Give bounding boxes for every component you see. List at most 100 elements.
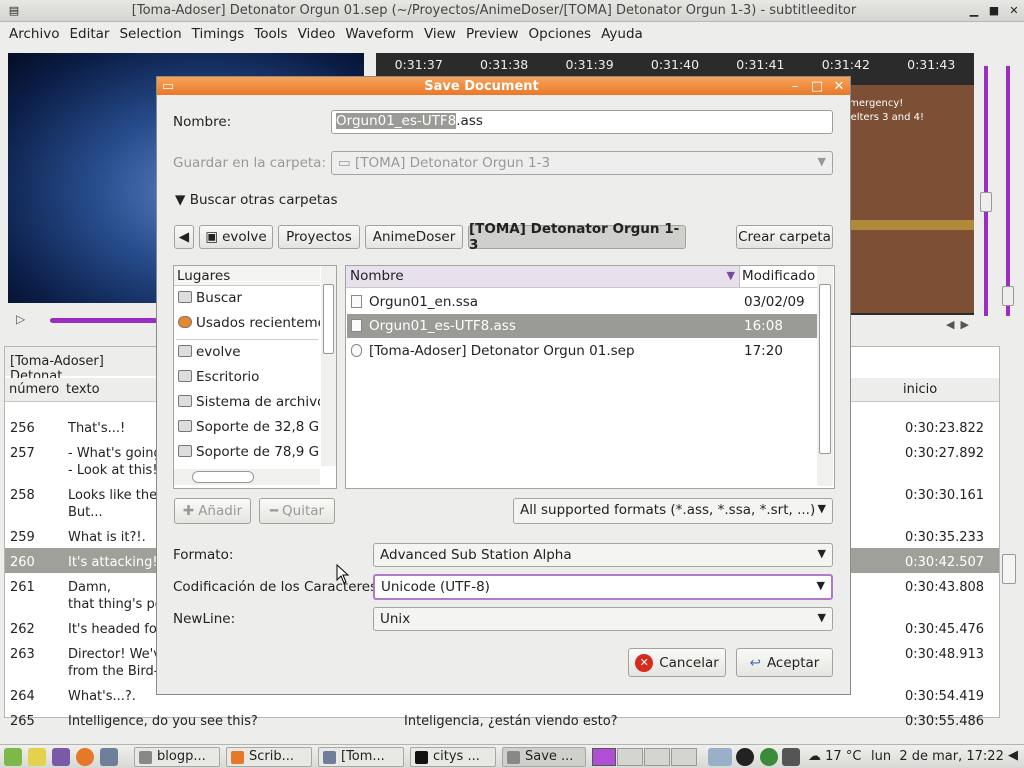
menu-archivo[interactable]: Archivo	[4, 26, 64, 42]
menu-selection[interactable]: Selection	[114, 26, 186, 42]
waveform-zoom-slider[interactable]	[980, 66, 992, 316]
accept-button[interactable]: ↩ Aceptar	[736, 648, 833, 677]
subtitle-start: 0:30:23.822	[905, 421, 985, 436]
subtitle-start: 0:30:27.892	[905, 446, 985, 461]
task-scrib[interactable]: Scrib...	[226, 747, 312, 767]
file-filter-combo[interactable]: All supported formats (*.ass, *.ssa, *.s…	[513, 498, 833, 524]
file-list-scrollbar[interactable]	[817, 266, 833, 486]
place-recent[interactable]: Usados recienteme	[176, 315, 320, 337]
text-editor-icon[interactable]	[28, 748, 46, 766]
path-button-animedoser[interactable]: AnimeDoser	[365, 225, 463, 249]
subtitle-scrollbar[interactable]	[1001, 378, 1018, 714]
computer-icon[interactable]	[782, 748, 800, 766]
column-name[interactable]: Nombre ▼	[346, 266, 740, 287]
menu-view[interactable]: View	[419, 26, 461, 42]
maximize-icon[interactable]: ■	[984, 3, 1004, 19]
sort-down-icon: ▼	[726, 269, 735, 282]
dialog-maximize-icon[interactable]: □	[806, 79, 828, 94]
clock[interactable]: lun 2 de mar, 17:22	[871, 749, 1004, 764]
subtitle-text: What is it?!.	[68, 530, 146, 545]
menu-ayuda[interactable]: Ayuda	[596, 26, 648, 42]
workspace-3[interactable]	[644, 748, 670, 766]
place-volume-32[interactable]: Soporte de 32,8 Gi	[176, 419, 320, 441]
file-row[interactable]: [Toma-Adoser] Detonator Orgun 01.sep 17:2…	[347, 339, 817, 363]
save-dialog: ▭ Save Document – □ ✕ Nombre: Orgun01_es…	[156, 76, 851, 695]
name-label: Nombre:	[173, 114, 232, 130]
folder-combo: ▭ [TOMA] Detonator Orgun 1-3 ▼	[331, 151, 833, 175]
play-icon[interactable]: ▷	[16, 312, 25, 326]
subtitle-number: 258	[10, 488, 35, 503]
path-button-evolve[interactable]: ▣ evolve	[199, 225, 273, 249]
subtitle-text: Director! We'v from the Bird-	[68, 647, 158, 679]
task-save[interactable]: Save ...	[502, 747, 586, 767]
place-filesystem[interactable]: Sistema de archivo	[176, 394, 320, 416]
messenger-icon[interactable]	[52, 748, 70, 766]
place-buscar[interactable]: Buscar	[176, 290, 320, 312]
terminal-icon[interactable]	[100, 748, 118, 766]
file-row[interactable]: Orgun01_es-UTF8.ass 16:08	[347, 314, 817, 338]
path-button-toma[interactable]: [TOMA] Detonator Orgun 1-3	[468, 221, 686, 253]
weather-temperature[interactable]: ☁ 17 °C	[808, 749, 861, 764]
cancel-button[interactable]: ✕ Cancelar	[628, 648, 726, 677]
waveform-scale-slider[interactable]	[1002, 66, 1014, 316]
places-scrollbar[interactable]	[321, 266, 336, 466]
file-modified: 16:08	[744, 318, 783, 334]
newline-combo[interactable]: Unix ▼	[373, 607, 833, 631]
column-start[interactable]: inicio	[903, 382, 937, 397]
waveform-scroll-arrows[interactable]: ◀▶	[946, 318, 976, 331]
task-label: blogp...	[157, 749, 206, 764]
menu-opciones[interactable]: Opciones	[524, 26, 597, 42]
create-folder-button[interactable]: Crear carpeta	[736, 225, 833, 249]
workspace-4[interactable]	[671, 748, 697, 766]
path-button-proyectos[interactable]: Proyectos	[278, 225, 360, 249]
task-label: Scrib...	[249, 749, 295, 764]
accept-icon: ↩	[749, 654, 761, 671]
column-modified[interactable]: Modificado	[742, 268, 815, 284]
menu-timings[interactable]: Timings	[187, 26, 250, 42]
task-toma[interactable]: [Tom...	[318, 747, 404, 767]
add-label: Añadir	[198, 503, 243, 519]
path-back-button[interactable]: ◀	[174, 225, 194, 249]
slider-knob[interactable]	[1002, 286, 1014, 306]
camera-icon[interactable]	[736, 748, 754, 766]
file-row[interactable]: Orgun01_en.ssa 03/02/09	[347, 290, 817, 314]
update-icon[interactable]	[760, 748, 778, 766]
dialog-minimize-icon[interactable]: –	[784, 79, 806, 94]
menu-waveform[interactable]: Waveform	[340, 26, 419, 42]
app-launcher-icon[interactable]	[4, 748, 22, 766]
subtitle-start: 0:30:45.476	[905, 622, 985, 637]
encoding-combo[interactable]: Unicode (UTF-8) ▼	[373, 574, 833, 600]
app-menu-icon[interactable]: ▤	[4, 3, 24, 19]
places-hscrollbar[interactable]	[174, 469, 320, 485]
network-icon[interactable]	[708, 748, 732, 766]
places-header[interactable]: Lugares	[174, 266, 320, 286]
menu-preview[interactable]: Preview	[461, 26, 524, 42]
place-escritorio[interactable]: Escritorio	[176, 369, 320, 391]
subtitle-row[interactable]: 265 Intelligence, do you see this? 0:30:55…	[5, 707, 999, 732]
volume-icon[interactable]: ◀	[1008, 748, 1018, 763]
column-number[interactable]: número	[9, 382, 59, 397]
minimize-icon[interactable]: ▁	[964, 3, 984, 19]
document-tab[interactable]: [Toma-Adoser] Detonat	[4, 346, 164, 384]
subtitle-number: 264	[10, 689, 35, 704]
format-combo[interactable]: Advanced Sub Station Alpha ▼	[373, 543, 833, 567]
firefox-icon[interactable]	[76, 748, 94, 766]
menu-editar[interactable]: Editar	[64, 26, 114, 42]
task-blogp[interactable]: blogp...	[134, 747, 220, 767]
column-text[interactable]: texto	[66, 382, 100, 397]
workspace-2[interactable]	[617, 748, 643, 766]
dialog-close-icon[interactable]: ✕	[828, 79, 850, 94]
workspace-1[interactable]	[592, 748, 616, 766]
slider-knob[interactable]	[980, 192, 992, 212]
menu-tools[interactable]: Tools	[249, 26, 292, 42]
browse-expander[interactable]: ▼ Buscar otras carpetas	[175, 192, 338, 208]
menu-video[interactable]: Video	[293, 26, 341, 42]
folder-icon: ▭	[338, 155, 356, 171]
place-evolve[interactable]: evolve	[176, 344, 320, 366]
name-input[interactable]: Orgun01_es-UTF8.ass	[331, 110, 833, 134]
dialog-menu-icon[interactable]: ▭	[157, 79, 179, 94]
place-volume-78[interactable]: Soporte de 78,9 Gi	[176, 444, 320, 466]
close-icon[interactable]: ✕	[1004, 3, 1024, 19]
subtitle-start: 0:30:55.486	[905, 714, 985, 729]
task-citys[interactable]: citys ...	[410, 747, 496, 767]
